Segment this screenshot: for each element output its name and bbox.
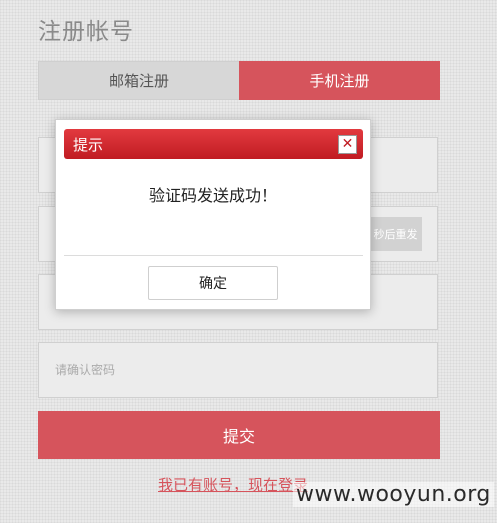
dialog-title: 提示 <box>73 135 104 154</box>
submit-button[interactable]: 提交 <box>38 411 440 459</box>
confirm-password-input[interactable] <box>39 343 437 397</box>
tab-email-register[interactable]: 邮箱注册 <box>38 61 239 100</box>
confirm-password-field[interactable] <box>38 342 438 398</box>
dialog-header: 提示 ✕ <box>64 129 363 159</box>
page-title: 注册帐号 <box>38 19 134 45</box>
dialog-ok-button[interactable]: 确定 <box>148 266 278 300</box>
tab-phone-register[interactable]: 手机注册 <box>239 61 440 100</box>
watermark: www.wooyun.org <box>293 482 494 507</box>
register-tabs: 邮箱注册 手机注册 <box>38 61 440 100</box>
resend-code-button[interactable]: 秒后重发 <box>369 217 422 251</box>
dialog-message: 验证码发送成功！ <box>148 186 277 205</box>
alert-dialog: 提示 ✕ 验证码发送成功！ 确定 <box>55 119 371 310</box>
dialog-divider <box>64 255 363 256</box>
close-icon[interactable]: ✕ <box>338 134 357 154</box>
login-link[interactable]: 我已有账号，现在登录 <box>158 474 308 495</box>
